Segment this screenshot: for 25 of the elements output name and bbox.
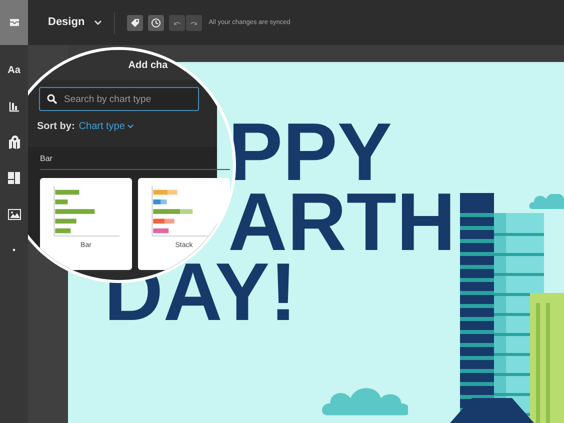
search-icon — [47, 94, 57, 104]
panel-title: Add cha — [128, 58, 168, 72]
sort-dropdown[interactable]: Chart type — [78, 119, 134, 134]
cloud-icon — [528, 194, 564, 209]
tag-button[interactable] — [126, 14, 143, 30]
poster-heading: PPY — [228, 118, 392, 188]
section-heading: Bar — [40, 153, 230, 170]
cloud-icon — [320, 388, 408, 417]
tray-icon — [8, 18, 20, 27]
sidebar-tab[interactable] — [0, 0, 28, 45]
chevron-down-icon — [94, 20, 102, 25]
layout-icon[interactable] — [8, 172, 20, 184]
more-icon[interactable] — [12, 248, 16, 252]
bar-chart-icon[interactable] — [8, 100, 20, 112]
image-icon[interactable] — [8, 208, 20, 220]
design-menu[interactable]: Design — [46, 12, 104, 33]
text-tool-button[interactable]: Aa — [8, 62, 20, 78]
clock-icon — [150, 18, 161, 28]
sort-label: Sort by: — [37, 120, 75, 134]
search-field[interactable]: Search by chart type — [39, 87, 199, 111]
tag-icon — [130, 18, 140, 28]
chevron-down-icon — [126, 124, 134, 129]
history-button[interactable] — [148, 14, 164, 30]
map-pin-icon[interactable] — [8, 134, 20, 150]
poster-heading: ARTH — [228, 188, 456, 258]
